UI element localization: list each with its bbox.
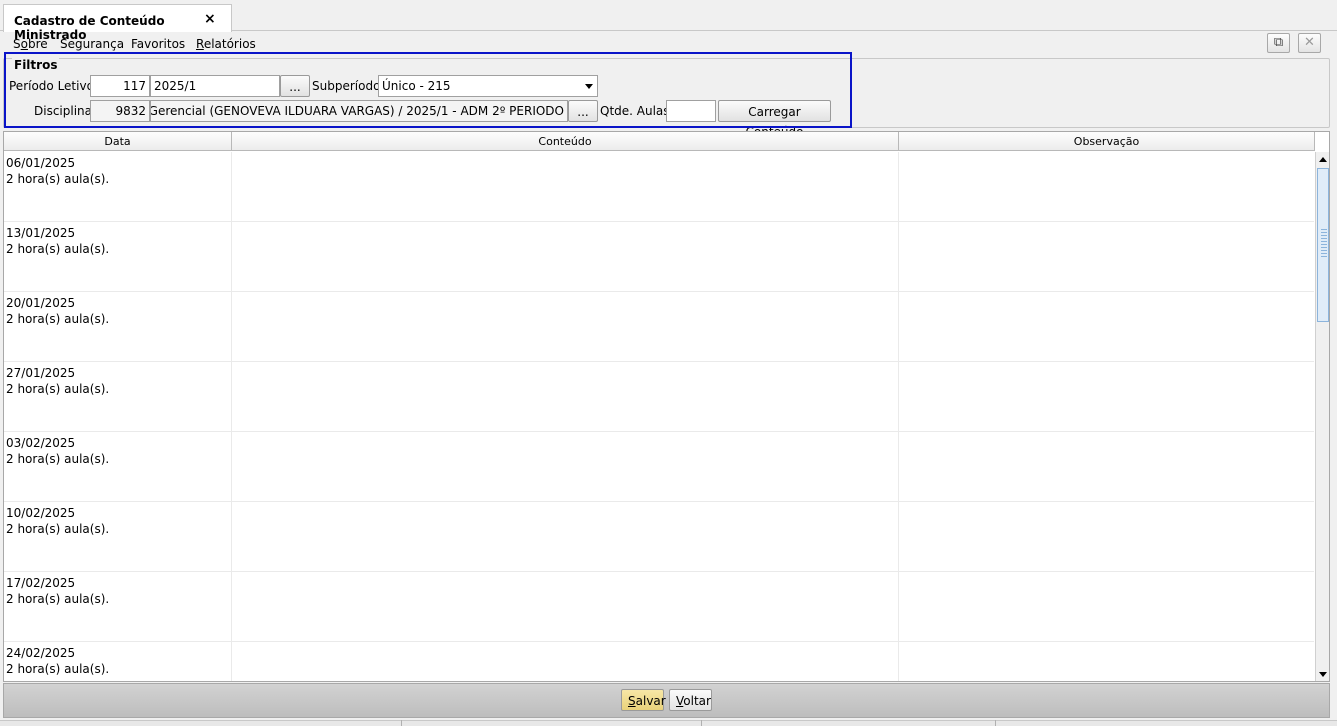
content-cell[interactable] <box>232 152 899 222</box>
content-cell[interactable] <box>232 222 899 292</box>
tab-cadastro-conteudo[interactable]: Cadastro de Conteúdo Ministrado × <box>3 4 232 42</box>
lesson-hours: 2 hora(s) aula(s). <box>6 452 110 466</box>
menu-relatorios-label: Relatórios <box>196 37 256 51</box>
lesson-date: 20/01/2025 <box>6 296 76 310</box>
column-header-data[interactable]: Data <box>4 132 232 151</box>
content-cell[interactable] <box>232 502 899 572</box>
lesson-date: 17/02/2025 <box>6 576 76 590</box>
content-cell[interactable] <box>232 572 899 642</box>
date-cell: 27/01/2025 2 hora(s) aula(s). <box>4 362 232 432</box>
salvar-button[interactable]: Salvar <box>621 689 666 711</box>
lesson-date: 06/01/2025 <box>6 156 76 170</box>
date-cell: 24/02/2025 2 hora(s) aula(s). <box>4 642 232 681</box>
content-cell[interactable] <box>232 362 899 432</box>
note-cell[interactable] <box>899 362 1314 432</box>
note-cell[interactable] <box>899 152 1314 222</box>
menu-sobre[interactable]: Sobre <box>13 37 48 51</box>
content-grid[interactable]: Data Conteúdo Observação 06/01/2025 2 hor… <box>3 131 1330 682</box>
lesson-hours: 2 hora(s) aula(s). <box>6 382 110 396</box>
scroll-up-icon[interactable] <box>1319 157 1327 162</box>
menu-relatorios[interactable]: Relatórios <box>196 37 256 51</box>
lesson-date: 13/01/2025 <box>6 226 76 240</box>
salvar-mnemonic: S <box>628 694 636 708</box>
table-row[interactable]: 24/02/2025 2 hora(s) aula(s). <box>4 642 1314 681</box>
lesson-date: 10/02/2025 <box>6 506 76 520</box>
mnemonic-letter: R <box>196 37 204 51</box>
date-cell: 03/02/2025 2 hora(s) aula(s). <box>4 432 232 502</box>
lesson-hours: 2 hora(s) aula(s). <box>6 662 110 676</box>
content-cell[interactable] <box>232 432 899 502</box>
scroll-down-icon[interactable] <box>1319 672 1327 677</box>
table-row[interactable]: 10/02/2025 2 hora(s) aula(s). <box>4 502 1314 572</box>
table-row[interactable]: 03/02/2025 2 hora(s) aula(s). <box>4 432 1314 502</box>
column-header-observacao[interactable]: Observação <box>899 132 1315 151</box>
window-close-button[interactable]: ✕ <box>1298 33 1321 53</box>
popout-button[interactable]: ⧉ <box>1267 33 1290 53</box>
table-row[interactable]: 20/01/2025 2 hora(s) aula(s). <box>4 292 1314 362</box>
grid-body: 06/01/2025 2 hora(s) aula(s). 13/01/2025 2 … <box>4 152 1314 681</box>
table-row[interactable]: 06/01/2025 2 hora(s) aula(s). <box>4 152 1314 222</box>
status-divider <box>701 720 702 726</box>
note-cell[interactable] <box>899 222 1314 292</box>
note-cell[interactable] <box>899 572 1314 642</box>
tab-strip: Cadastro de Conteúdo Ministrado × <box>0 0 1337 42</box>
note-cell[interactable] <box>899 432 1314 502</box>
note-cell[interactable] <box>899 292 1314 362</box>
voltar-button[interactable]: Voltar <box>669 689 712 711</box>
menu-sobre-label: Sobre <box>13 37 48 51</box>
mnemonic-letter: o <box>20 37 28 51</box>
date-cell: 06/01/2025 2 hora(s) aula(s). <box>4 152 232 222</box>
menu-seguranca[interactable]: Segurança <box>60 37 124 51</box>
lesson-hours: 2 hora(s) aula(s). <box>6 522 110 536</box>
grid-header: Data Conteúdo Observação <box>4 132 1315 151</box>
lesson-hours: 2 hora(s) aula(s). <box>6 242 110 256</box>
date-cell: 20/01/2025 2 hora(s) aula(s). <box>4 292 232 362</box>
footer-bar <box>3 683 1330 718</box>
date-cell: 17/02/2025 2 hora(s) aula(s). <box>4 572 232 642</box>
column-header-conteudo[interactable]: Conteúdo <box>232 132 899 151</box>
status-bar <box>0 720 1337 726</box>
note-cell[interactable] <box>899 642 1314 681</box>
grip-icon <box>1321 229 1327 259</box>
lesson-hours: 2 hora(s) aula(s). <box>6 172 110 186</box>
lesson-hours: 2 hora(s) aula(s). <box>6 592 110 606</box>
note-cell[interactable] <box>899 502 1314 572</box>
filters-highlight-box <box>4 52 852 128</box>
salvar-label-rest: alvar <box>635 694 666 708</box>
lesson-date: 03/02/2025 <box>6 436 76 450</box>
date-cell: 13/01/2025 2 hora(s) aula(s). <box>4 222 232 292</box>
lesson-date: 27/01/2025 <box>6 366 76 380</box>
status-divider <box>401 720 402 726</box>
lesson-date: 24/02/2025 <box>6 646 76 660</box>
menu-bar: Sobre Segurança Favoritos Relatórios <box>0 33 1337 53</box>
content-cell[interactable] <box>232 642 899 681</box>
status-divider <box>995 720 996 726</box>
external-link-icon: ⧉ <box>1273 35 1284 50</box>
close-icon: ✕ <box>1304 35 1315 50</box>
table-row[interactable]: 13/01/2025 2 hora(s) aula(s). <box>4 222 1314 292</box>
vertical-scrollbar[interactable] <box>1315 152 1329 681</box>
scroll-thumb[interactable] <box>1317 168 1329 322</box>
voltar-label-rest: oltar <box>683 694 711 708</box>
content-cell[interactable] <box>232 292 899 362</box>
menu-favoritos[interactable]: Favoritos <box>131 37 185 51</box>
table-row[interactable]: 17/02/2025 2 hora(s) aula(s). <box>4 572 1314 642</box>
close-icon[interactable]: × <box>204 11 216 27</box>
lesson-hours: 2 hora(s) aula(s). <box>6 312 110 326</box>
date-cell: 10/02/2025 2 hora(s) aula(s). <box>4 502 232 572</box>
table-row[interactable]: 27/01/2025 2 hora(s) aula(s). <box>4 362 1314 432</box>
